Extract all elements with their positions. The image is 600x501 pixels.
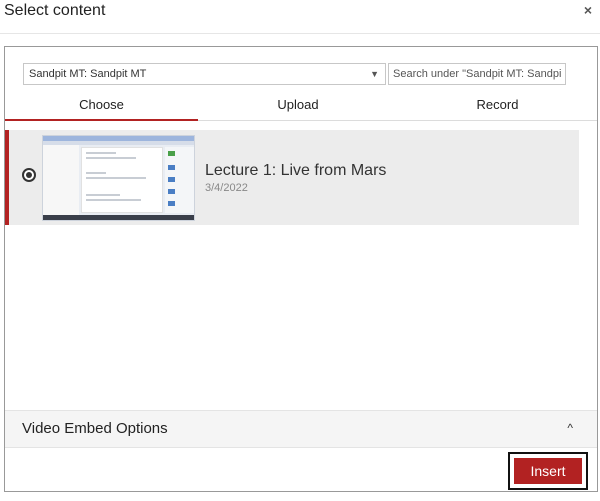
- video-thumbnail: [42, 135, 195, 221]
- media-date: 3/4/2022: [205, 182, 248, 194]
- dialog-title: Select content: [4, 2, 106, 19]
- close-icon[interactable]: ×: [584, 2, 592, 18]
- content-picker-frame: Sandpit MT: Sandpit MT ▼ Choose Upload R…: [4, 46, 598, 492]
- insert-button-focus-ring: Insert: [508, 452, 588, 490]
- source-select[interactable]: Sandpit MT: Sandpit MT ▼: [23, 63, 386, 85]
- radio-checked-dot: [26, 172, 32, 178]
- tab-upload[interactable]: Upload: [198, 91, 398, 121]
- tab-choose[interactable]: Choose: [5, 91, 198, 121]
- media-list-item[interactable]: Lecture 1: Live from Mars 3/4/2022: [5, 130, 579, 225]
- video-embed-options-toggle[interactable]: Video Embed Options ^: [5, 410, 597, 448]
- tab-record[interactable]: Record: [398, 91, 597, 121]
- source-select-value: Sandpit MT: Sandpit MT: [29, 68, 147, 80]
- tab-bar: Choose Upload Record: [5, 91, 597, 121]
- dialog-header: Select content ×: [0, 0, 600, 34]
- media-title: Lecture 1: Live from Mars: [205, 162, 387, 179]
- select-radio[interactable]: [22, 168, 36, 182]
- chevron-down-icon: ▼: [370, 69, 379, 79]
- chevron-up-icon: ^: [567, 421, 573, 435]
- video-embed-options-label: Video Embed Options: [22, 420, 168, 437]
- search-input[interactable]: [388, 63, 566, 85]
- insert-button[interactable]: Insert: [514, 458, 582, 484]
